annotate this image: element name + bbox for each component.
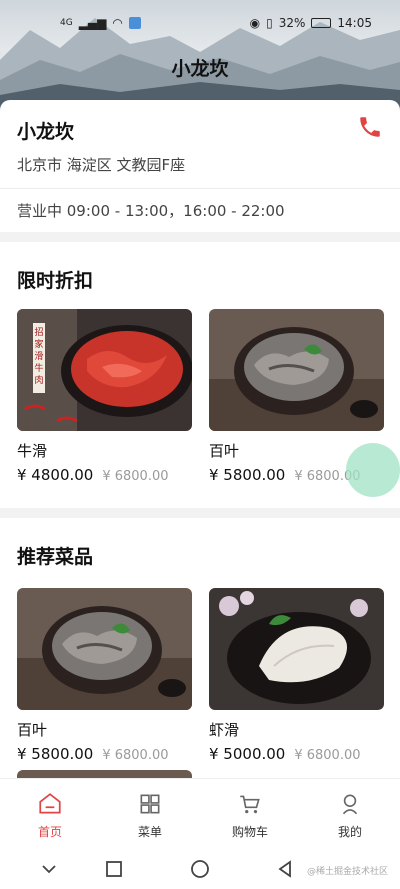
tab-label: 菜单	[137, 825, 162, 839]
tab-label: 首页	[37, 825, 62, 839]
discount-section: 限时折扣 招 家 滑 牛 肉 牛滑 ¥ 4800.00 ¥ 6800.00 百叶…	[0, 242, 400, 508]
back-icon[interactable]	[274, 858, 296, 880]
cart-icon	[240, 795, 260, 814]
wifi-icon: ◠	[112, 16, 123, 30]
clock: 14:05	[337, 16, 372, 30]
svg-text:招: 招	[34, 326, 43, 338]
user-icon	[342, 794, 358, 815]
network-indicator: 4G	[60, 18, 73, 28]
dish-name: 虾滑	[209, 721, 240, 739]
dish-old-price: ¥ 6800.00	[102, 469, 169, 484]
dish-name: 百叶	[17, 721, 48, 739]
svg-text:肉: 肉	[34, 374, 43, 386]
status-bar: 4G ▂▄▆ ◠ ◉ ▯ 32% 14:05	[0, 0, 400, 50]
section-title: 限时折扣	[17, 270, 94, 292]
tab-label: 购物车	[231, 825, 268, 839]
tab-profile[interactable]: 我的	[300, 779, 400, 848]
home-circle-icon[interactable]	[189, 858, 211, 880]
tab-home[interactable]: 首页	[0, 779, 100, 848]
signal-icon: ▂▄▆	[78, 16, 107, 30]
page-title: 小龙坎	[171, 58, 229, 80]
store-info-card: 小龙坎 北京市 海淀区 文教园F座 营业中 09:00 - 13:00，16:0…	[0, 100, 400, 232]
app-notification-icon	[128, 17, 141, 29]
chevron-down-icon[interactable]	[38, 858, 60, 880]
dish-old-price: ¥ 6800.00	[294, 748, 361, 763]
store-hours: 营业中 09:00 - 13:00，16:00 - 22:00	[17, 202, 285, 220]
dish-image-shrimp-paste[interactable]	[209, 588, 384, 710]
divider	[0, 188, 400, 189]
battery-icon	[311, 18, 332, 28]
section-title: 推荐菜品	[17, 546, 94, 568]
dish-price: ¥ 5800.00	[209, 466, 286, 484]
dish-price: ¥ 5000.00	[209, 745, 286, 763]
recommend-section: 推荐菜品 百叶 ¥ 5800.00 ¥ 6800.00 虾滑 ¥ 5000.00…	[0, 518, 400, 818]
battery-percent: 32%	[278, 16, 306, 30]
dish-price: ¥ 4800.00	[17, 466, 94, 484]
dish-card[interactable]: 招 家 滑 牛 肉 牛滑 ¥ 4800.00 ¥ 6800.00	[17, 309, 192, 484]
dish-card[interactable]: 百叶 ¥ 5800.00 ¥ 6800.00	[17, 588, 192, 763]
header-banner: 4G ▂▄▆ ◠ ◉ ▯ 32% 14:05 小龙坎	[0, 0, 400, 110]
dish-name: 牛滑	[17, 442, 48, 460]
svg-text:家: 家	[34, 338, 43, 350]
phone-icon[interactable]	[357, 114, 383, 140]
home-icon	[39, 793, 61, 814]
bottom-tab-bar: 首页 菜单 购物车 我的	[0, 778, 400, 848]
dish-image-tripe[interactable]	[17, 588, 192, 710]
tab-menu[interactable]: 菜单	[100, 779, 200, 848]
menu-grid-icon	[140, 794, 160, 814]
store-address: 北京市 海淀区 文教园F座	[17, 156, 186, 174]
dish-old-price: ¥ 6800.00	[102, 748, 169, 763]
dish-image-tripe[interactable]	[209, 309, 384, 431]
watermark: @稀土掘金技术社区	[306, 867, 388, 877]
store-name: 小龙坎	[17, 121, 75, 143]
dish-price: ¥ 5800.00	[17, 745, 94, 763]
vibrate-icon: ▯	[266, 16, 273, 30]
eye-icon: ◉	[249, 16, 261, 30]
tab-cart[interactable]: 购物车	[200, 779, 300, 848]
svg-text:滑: 滑	[34, 351, 43, 362]
recent-apps-icon[interactable]	[103, 858, 125, 880]
floating-action-button[interactable]	[346, 443, 400, 497]
dish-card[interactable]: 虾滑 ¥ 5000.00 ¥ 6800.00	[209, 588, 384, 763]
tab-label: 我的	[337, 825, 362, 839]
dish-image-beef[interactable]: 招 家 滑 牛 肉	[17, 309, 192, 431]
svg-text:牛: 牛	[34, 362, 43, 374]
system-nav-bar: @稀土掘金技术社区	[0, 848, 400, 889]
